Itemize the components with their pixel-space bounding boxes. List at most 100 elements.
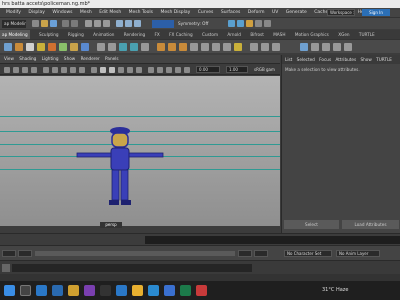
select-button[interactable]: Select — [284, 220, 339, 229]
smooth-shade-icon[interactable] — [109, 67, 115, 73]
bookmarks-icon[interactable] — [22, 67, 28, 73]
outliner-toggle-icon[interactable] — [344, 43, 352, 51]
ambient-occlusion-icon[interactable] — [148, 67, 154, 73]
planar-map-icon[interactable] — [261, 43, 269, 51]
app-icon[interactable] — [196, 285, 207, 296]
poly-sphere-icon[interactable] — [4, 43, 12, 51]
word-icon[interactable] — [164, 285, 175, 296]
safe-action-icon[interactable] — [91, 67, 97, 73]
search-icon[interactable] — [20, 285, 31, 296]
playback-end-field[interactable] — [238, 250, 252, 257]
start-button-icon[interactable] — [4, 285, 15, 296]
ae-tab-turtle[interactable]: TURTLE — [376, 55, 392, 64]
connect-icon[interactable] — [223, 43, 231, 51]
premiere-icon[interactable] — [84, 285, 95, 296]
snap-grid-icon[interactable] — [116, 20, 123, 27]
render-settings-icon[interactable] — [246, 20, 253, 27]
bridge-icon[interactable] — [168, 43, 176, 51]
sign-in-button[interactable]: Sign In — [362, 9, 390, 16]
ae-tab-selected[interactable]: Selected — [297, 55, 315, 64]
uv-editor-icon[interactable] — [250, 43, 258, 51]
menu-windows[interactable]: Windows — [52, 8, 72, 17]
tab-rendering[interactable]: Rendering — [124, 30, 145, 39]
poly-cylinder-icon[interactable] — [26, 43, 34, 51]
viewport-menu-renderer[interactable]: Renderer — [81, 55, 100, 63]
tab-fx[interactable]: FX — [155, 30, 160, 39]
viewport-menu-lighting[interactable]: Lighting — [42, 55, 59, 63]
excel-icon[interactable] — [180, 285, 191, 296]
hypershade-icon[interactable] — [255, 20, 262, 27]
combine-icon[interactable] — [97, 43, 105, 51]
tab-sculpting[interactable]: Sculpting — [39, 30, 59, 39]
menu-curves[interactable]: Curves — [198, 8, 214, 17]
gamma-field[interactable]: 1.00 — [226, 66, 248, 73]
menu-set-dropdown[interactable]: ap Modeling — [2, 20, 26, 28]
textured-icon[interactable] — [118, 67, 124, 73]
use-all-lights-icon[interactable] — [127, 67, 133, 73]
menu-mesh-display[interactable]: Mesh Display — [160, 8, 190, 17]
wireframe-icon[interactable] — [100, 67, 106, 73]
super-shape-icon[interactable] — [81, 43, 89, 51]
menu-mesh[interactable]: Mesh — [80, 8, 92, 17]
media-player-icon[interactable] — [100, 285, 111, 296]
command-input[interactable] — [12, 264, 252, 272]
select-by-component-icon[interactable] — [103, 20, 110, 27]
anim-layer-dropdown[interactable]: No Anim Layer — [336, 250, 380, 257]
save-scene-icon[interactable] — [50, 20, 57, 27]
isolate-select-icon[interactable] — [175, 67, 181, 73]
snap-curve-icon[interactable] — [125, 20, 132, 27]
shadows-icon[interactable] — [136, 67, 142, 73]
poly-torus-icon[interactable] — [48, 43, 56, 51]
bevel-icon[interactable] — [179, 43, 187, 51]
fill-hole-icon[interactable] — [190, 43, 198, 51]
automatic-map-icon[interactable] — [272, 43, 280, 51]
poly-cube-icon[interactable] — [15, 43, 23, 51]
undo-icon[interactable] — [62, 20, 69, 27]
menu-display[interactable]: Display — [28, 8, 45, 17]
viewport-menu-view[interactable]: View — [4, 55, 14, 63]
photoshop-icon[interactable] — [36, 285, 47, 296]
redo-icon[interactable] — [71, 20, 78, 27]
xray-icon[interactable] — [184, 67, 190, 73]
ae-tab-attributes[interactable]: Attributes — [335, 55, 356, 64]
poly-cone-icon[interactable] — [37, 43, 45, 51]
select-by-object-icon[interactable] — [94, 20, 101, 27]
menu-surfaces[interactable]: Surfaces — [221, 8, 241, 17]
snap-point-icon[interactable] — [134, 20, 141, 27]
ae-tab-focus[interactable]: Focus — [319, 55, 331, 64]
channel-box-toggle-icon[interactable] — [300, 43, 308, 51]
viewport-menu-panels[interactable]: Panels — [105, 55, 118, 63]
time-slider-track[interactable] — [145, 236, 400, 244]
tab-mash[interactable]: MASH — [273, 30, 285, 39]
end-frame-field[interactable] — [254, 250, 268, 257]
camera-attributes-icon[interactable] — [13, 67, 19, 73]
tab-custom[interactable]: Custom — [202, 30, 218, 39]
tab-bifrost[interactable]: Bifrost — [250, 30, 264, 39]
tool-settings-toggle-icon[interactable] — [322, 43, 330, 51]
grid-toggle-icon[interactable] — [43, 67, 49, 73]
extrude-icon[interactable] — [157, 43, 165, 51]
chrome-icon[interactable] — [132, 285, 143, 296]
store-icon[interactable] — [116, 285, 127, 296]
resolution-gate-icon[interactable] — [61, 67, 67, 73]
tab-rigging[interactable]: Rigging — [68, 30, 84, 39]
color-space-dropdown[interactable]: sRGB gam — [254, 66, 278, 74]
tab-xgen[interactable]: XGen — [338, 30, 349, 39]
open-scene-icon[interactable] — [41, 20, 48, 27]
mel-label[interactable] — [2, 264, 10, 272]
boolean-icon[interactable] — [130, 43, 138, 51]
modeling-toolkit-toggle-icon[interactable] — [333, 43, 341, 51]
menu-uv[interactable]: UV — [272, 8, 278, 17]
tab-motion-graphics[interactable]: Motion Graphics — [295, 30, 329, 39]
smooth-icon[interactable] — [119, 43, 127, 51]
menu-deform[interactable]: Deform — [248, 8, 265, 17]
tab-fx-caching[interactable]: FX Caching — [169, 30, 193, 39]
select-by-hierarchy-icon[interactable] — [85, 20, 92, 27]
anti-aliasing-icon[interactable] — [166, 67, 172, 73]
tab-animation[interactable]: Animation — [93, 30, 114, 39]
time-slider[interactable] — [0, 233, 400, 245]
select-camera-icon[interactable] — [4, 67, 10, 73]
tab-turtle[interactable]: TURTLE — [359, 30, 375, 39]
target-weld-icon[interactable] — [212, 43, 220, 51]
attribute-editor-toggle-icon[interactable] — [311, 43, 319, 51]
